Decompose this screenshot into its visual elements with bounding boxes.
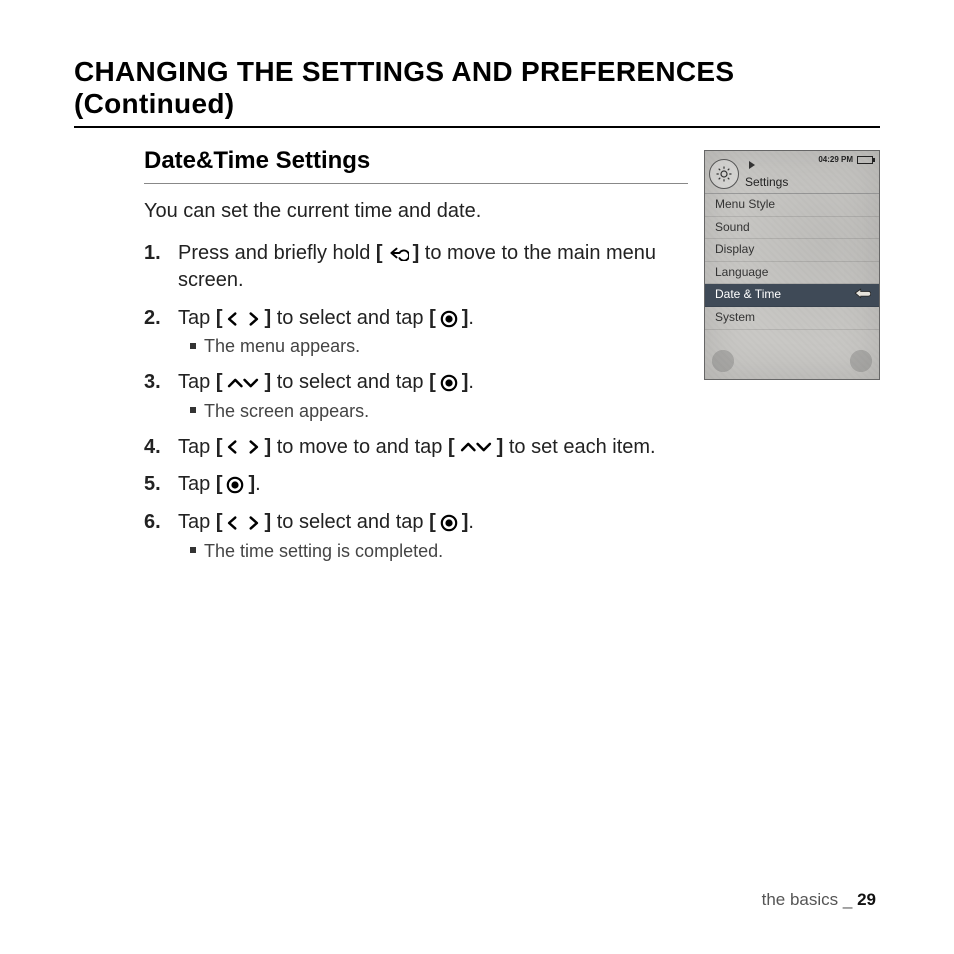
intro-text: You can set the current time and date. [144, 198, 688, 226]
footer-sep: _ [838, 890, 857, 909]
page-number: 29 [857, 890, 876, 909]
select-circle-icon [440, 374, 458, 392]
left-right-arrows-icon [226, 515, 260, 531]
device-screenshot: Settings 04:29 PM Menu StyleSoundDisplay… [704, 150, 880, 380]
page-footer: the basics _ 29 [762, 890, 876, 910]
left-right-arrows-icon [226, 439, 260, 455]
select-circle-icon [440, 310, 458, 328]
section-title: Date&Time Settings [144, 144, 688, 184]
step-item: Tap [ ] to select and tap [ ].The time s… [144, 509, 688, 563]
steps-list: Press and briefly hold [ ] to move to th… [144, 240, 688, 564]
left-right-arrows-icon [226, 311, 260, 327]
step-sub: The screen appears. [178, 399, 688, 424]
back-arrow-icon [387, 245, 409, 261]
device-menu-item: Language [705, 262, 879, 285]
page-title: CHANGING THE SETTINGS AND PREFERENCES (C… [74, 56, 880, 128]
up-down-arrows-icon [226, 375, 260, 391]
footer-section-label: the basics [762, 890, 839, 909]
up-down-arrows-icon [459, 439, 493, 455]
device-time: 04:29 PM [818, 155, 853, 164]
device-menu-item: Menu Style [705, 194, 879, 217]
step-item: Press and briefly hold [ ] to move to th… [144, 240, 688, 295]
battery-icon [857, 156, 873, 164]
play-triangle-icon [749, 161, 755, 169]
step-sub: The menu appears. [178, 334, 688, 359]
device-menu-item: System [705, 307, 879, 330]
device-menu: Menu StyleSoundDisplayLanguageDate & Tim… [705, 193, 879, 330]
step-sub: The time setting is completed. [178, 539, 688, 564]
device-menu-item: Sound [705, 217, 879, 240]
select-circle-icon [226, 476, 244, 494]
step-item: Tap [ ] to select and tap [ ].The screen… [144, 369, 688, 423]
gear-icon [709, 159, 739, 189]
select-circle-icon [440, 514, 458, 532]
step-item: Tap [ ] to move to and tap [ ] to set ea… [144, 434, 688, 462]
device-menu-item: Date & Time [705, 284, 879, 307]
device-title: Settings [745, 175, 788, 189]
pointer-hand-icon [853, 286, 873, 300]
step-item: Tap [ ]. [144, 471, 688, 499]
device-menu-item: Display [705, 239, 879, 262]
text-column: Date&Time Settings You can set the curre… [144, 144, 688, 573]
step-item: Tap [ ] to select and tap [ ].The menu a… [144, 305, 688, 359]
